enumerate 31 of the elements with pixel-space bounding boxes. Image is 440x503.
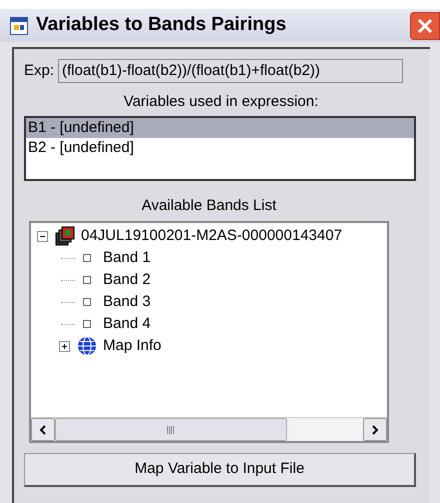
square-icon — [83, 320, 91, 328]
list-item[interactable]: B1 - [undefined] — [26, 118, 414, 138]
window-title: Variables to Bands Pairings — [36, 13, 286, 38]
close-button[interactable] — [410, 12, 440, 40]
window-icon — [10, 16, 28, 34]
horizontal-scrollbar[interactable] — [31, 417, 387, 441]
map-variable-button[interactable]: Map Variable to Input File — [24, 453, 416, 487]
bands-label: Available Bands List — [140, 196, 278, 216]
variables-list[interactable]: B1 - [undefined] B2 - [undefined] — [24, 116, 416, 180]
list-item[interactable]: B2 - [undefined] — [26, 138, 414, 158]
tree-item[interactable]: Band 3 — [103, 290, 151, 314]
expand-icon[interactable] — [58, 340, 70, 352]
close-icon — [417, 18, 433, 34]
square-icon — [83, 254, 91, 262]
globe-icon — [77, 336, 97, 356]
tree-item[interactable]: Map Info — [103, 334, 162, 358]
scroll-right-button[interactable] — [363, 418, 387, 441]
grip-icon — [167, 426, 175, 434]
expression-label: Exp: — [24, 60, 54, 81]
tree-item[interactable]: 04JUL19100201-M2AS-000000143407 — [81, 224, 342, 248]
tree-item[interactable]: Band 2 — [103, 268, 151, 292]
tree-item[interactable]: Band 1 — [103, 246, 151, 270]
tree-item[interactable]: Band 4 — [103, 312, 151, 336]
scroll-thumb[interactable] — [55, 418, 287, 441]
expression-field[interactable]: (float(b1)-float(b2))/(float(b1)+float(b2)) — [58, 59, 404, 83]
stacked-layers-icon — [55, 226, 75, 246]
variables-label: Variables used in expression: — [122, 92, 320, 112]
square-icon — [83, 298, 91, 306]
square-icon — [83, 276, 91, 284]
collapse-icon[interactable] — [36, 230, 48, 242]
scroll-left-button[interactable] — [31, 418, 55, 441]
